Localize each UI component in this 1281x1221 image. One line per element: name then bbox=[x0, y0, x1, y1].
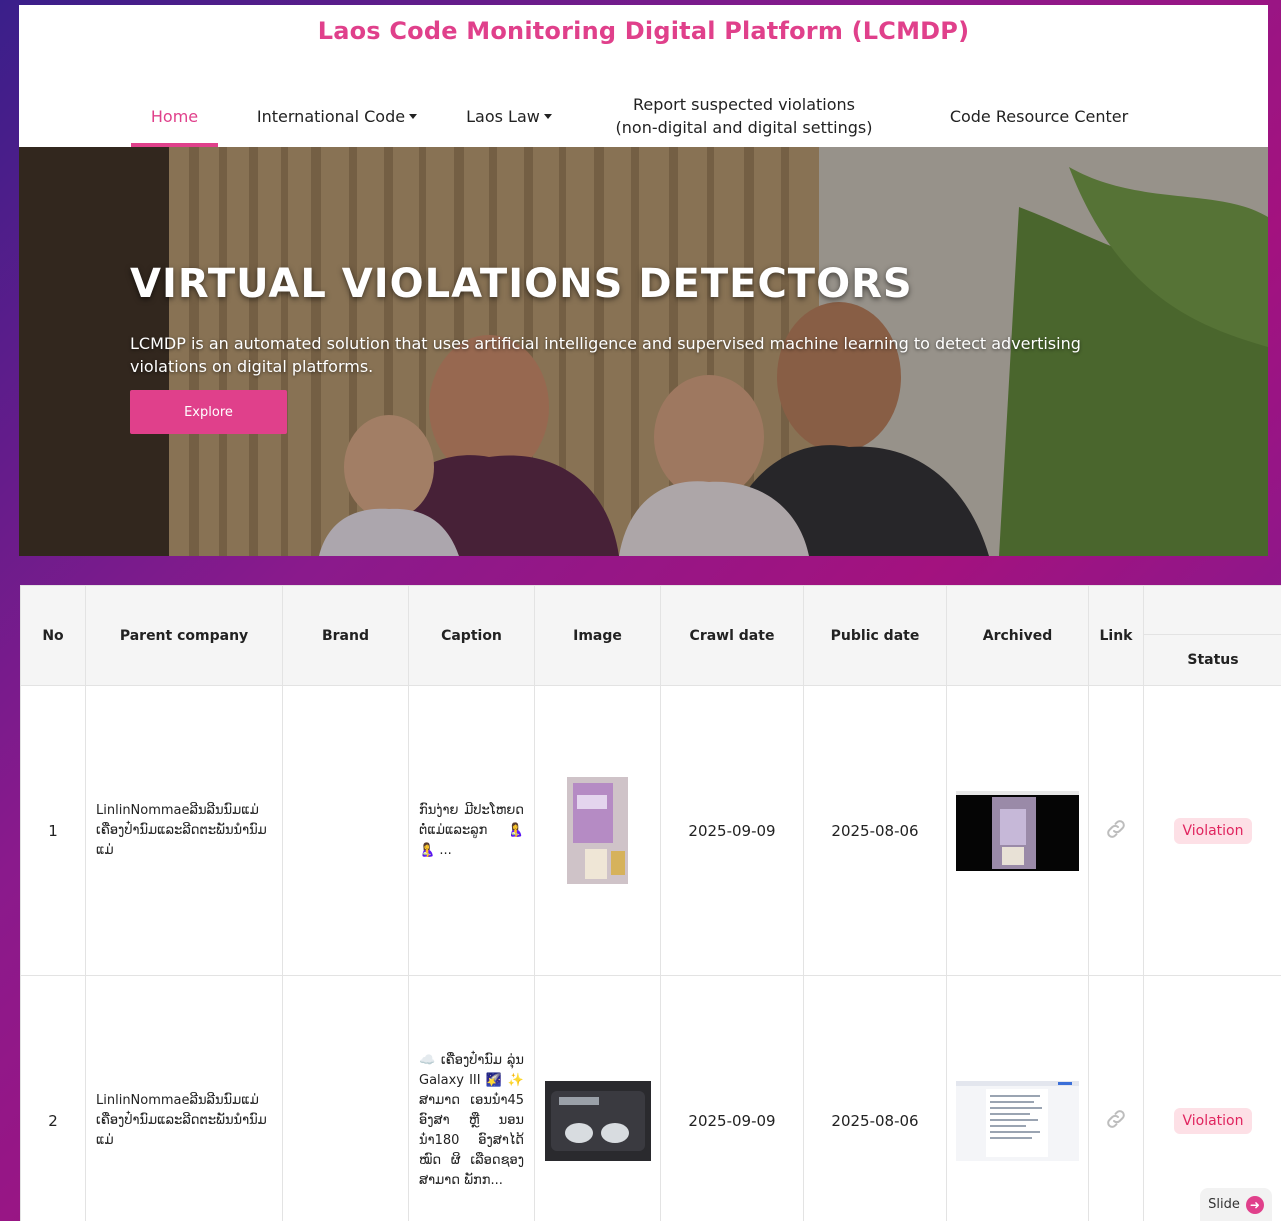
header-divider bbox=[1144, 634, 1281, 635]
link-icon[interactable] bbox=[1104, 1107, 1128, 1131]
nav-item-report-violations[interactable]: Report suspected violations (non-digital… bbox=[594, 85, 894, 147]
violations-table: No Parent company Brand Caption Image Cr… bbox=[20, 585, 1281, 1221]
header-status-label: Status bbox=[1187, 651, 1239, 668]
header-no[interactable]: No bbox=[20, 585, 86, 686]
cell-crawl-date: 2025-09-09 bbox=[660, 975, 804, 1221]
product-thumbnail[interactable] bbox=[567, 777, 628, 884]
cell-caption: ☁️ ເຄື່ອງປ໋ານົມ ລຸ່ນ Galaxy III 🌠 ✨ ສາມາ… bbox=[408, 975, 535, 1221]
nav-item-label: Code Resource Center bbox=[949, 106, 1129, 126]
header-archived[interactable]: Archived bbox=[946, 585, 1089, 686]
cell-no: 1 bbox=[20, 685, 86, 976]
archived-screenshot[interactable] bbox=[956, 1080, 1079, 1161]
nav-item-label: Home bbox=[150, 106, 199, 126]
hero-description: LCMDP is an automated solution that uses… bbox=[130, 334, 1081, 376]
status-badge: Violation bbox=[1174, 817, 1252, 844]
cell-no: 2 bbox=[20, 975, 86, 1221]
cell-image bbox=[534, 975, 661, 1221]
main-nav: Home International Code Laos Law Report … bbox=[19, 85, 1268, 147]
cell-archived bbox=[946, 685, 1089, 976]
status-badge: Violation bbox=[1174, 1107, 1252, 1134]
nav-item-label-line1: Report suspected violations bbox=[632, 95, 856, 114]
header-brand[interactable]: Brand bbox=[282, 585, 409, 686]
caret-down-icon bbox=[409, 113, 418, 119]
link-icon[interactable] bbox=[1104, 817, 1128, 841]
cell-brand bbox=[282, 685, 409, 976]
header-status[interactable]: Status bbox=[1143, 585, 1281, 686]
table-row: 2 LinlinNommaeລີນລີນນົມແມ່ ເຄື່ອງປ໋ານົມແ… bbox=[20, 975, 1281, 1221]
cell-public-date: 2025-08-06 bbox=[803, 685, 947, 976]
header-parent-company[interactable]: Parent company bbox=[85, 585, 283, 686]
cell-parent-company: LinlinNommaeລີນລີນນົມແມ່ ເຄື່ອງປ໋ານົມແລະ… bbox=[85, 685, 283, 976]
header-link[interactable]: Link bbox=[1088, 585, 1144, 686]
cell-status: Violation bbox=[1143, 685, 1281, 976]
explore-button[interactable]: Explore bbox=[130, 390, 287, 434]
cell-parent-company: LinlinNommaeລີນລີນນົມແມ່ ເຄື່ອງປ໋ານົມແລະ… bbox=[85, 975, 283, 1221]
header-image[interactable]: Image bbox=[534, 585, 661, 686]
archived-screenshot[interactable] bbox=[956, 790, 1079, 871]
arrow-right-circle-icon: ➜ bbox=[1245, 1195, 1264, 1214]
cell-crawl-date: 2025-09-09 bbox=[660, 685, 804, 976]
table-header-row: No Parent company Brand Caption Image Cr… bbox=[20, 585, 1281, 686]
header-caption[interactable]: Caption bbox=[408, 585, 535, 686]
site-title: Laos Code Monitoring Digital Platform (L… bbox=[317, 17, 970, 45]
nav-item-label: International Code bbox=[256, 106, 406, 126]
site-header: Laos Code Monitoring Digital Platform (L… bbox=[19, 5, 1268, 556]
product-thumbnail[interactable] bbox=[544, 1080, 651, 1161]
cell-brand bbox=[282, 975, 409, 1221]
cell-link bbox=[1088, 685, 1144, 976]
cell-link bbox=[1088, 975, 1144, 1221]
slide-button[interactable]: Slide ➜ bbox=[1200, 1188, 1272, 1221]
table-row: 1 LinlinNommaeລີນລີນນົມແມ່ ເຄື່ອງປ໋ານົມແ… bbox=[20, 685, 1281, 976]
nav-item-laos-law[interactable]: Laos Law bbox=[459, 85, 559, 147]
cell-public-date: 2025-08-06 bbox=[803, 975, 947, 1221]
hero-banner: VIRTUAL VIOLATIONS DETECTORS LCMDP is an… bbox=[19, 147, 1268, 556]
hero-heading: VIRTUAL VIOLATIONS DETECTORS bbox=[130, 261, 913, 307]
nav-item-label: Laos Law bbox=[466, 106, 540, 126]
nav-item-label-line2: (non-digital and digital settings) bbox=[615, 118, 873, 137]
slide-label: Slide bbox=[1208, 1197, 1240, 1212]
header-crawl-date[interactable]: Crawl date bbox=[660, 585, 804, 686]
nav-item-home[interactable]: Home bbox=[131, 85, 218, 147]
caret-down-icon bbox=[543, 113, 552, 119]
header-public-date[interactable]: Public date bbox=[803, 585, 947, 686]
cell-caption: ກົນງ່າຍ ມີປະໂຫຍດ ຕໍ່ແມ່ແລະລູກ 🤱 🤱 ... bbox=[408, 685, 535, 976]
cell-image bbox=[534, 685, 661, 976]
cell-status: Violation bbox=[1143, 975, 1281, 1221]
nav-item-code-resource-center[interactable]: Code Resource Center bbox=[929, 85, 1149, 147]
cell-archived bbox=[946, 975, 1089, 1221]
nav-item-international-code[interactable]: International Code bbox=[247, 85, 427, 147]
